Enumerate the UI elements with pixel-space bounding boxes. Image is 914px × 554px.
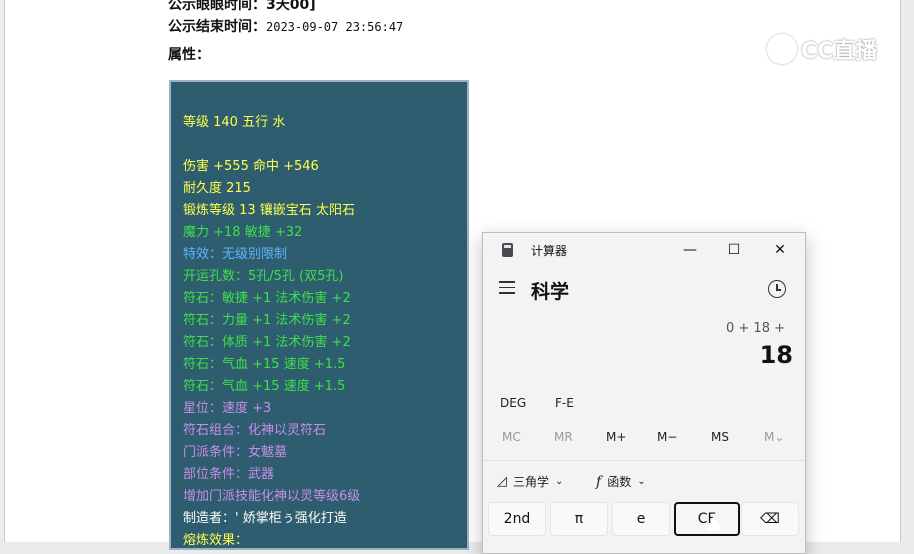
pi-key-label: π [574,511,584,527]
memory-subtract-button[interactable]: M− [657,430,677,444]
item-attribute-line: 部位条件：武器 [183,467,275,482]
e-key-label: e [636,511,646,527]
item-attribute-line: 门派条件：女魃墓 [183,445,288,460]
memory-add-button[interactable]: M+ [606,430,626,444]
function-menu-button[interactable]: f 函数 ⌄ [596,473,646,490]
expression-display: 0 + 18 + [726,321,785,336]
fe-toggle-button[interactable]: F-E [555,396,574,410]
item-attribute-line: 符石：敏捷 +1 法术伤害 +2 [183,291,351,306]
item-attribute-line: 熔炼效果： [183,533,249,548]
second-key-label: 2nd [503,511,531,527]
pi-key[interactable]: π [550,502,608,536]
item-attribute-line: 符石：气血 +15 速度 +1.5 [183,379,346,394]
chevron-down-icon: ⌄ [555,476,564,487]
close-button[interactable]: ✕ [757,233,803,267]
trigonometry-menu-button[interactable]: ◿ 三角学 ⌄ [497,473,563,490]
item-attribute-line: 伤害 +555 命中 +546 [183,159,319,174]
item-attribute-line: 耐久度 215 [183,181,251,196]
memory-store-button[interactable]: MS [711,430,729,444]
item-attributes-box: 等级 140 五行 水伤害 +555 命中 +546 耐久度 215 锻炼等级 13… [169,80,469,550]
calculator-window: 计算器 — ☐ ✕ 科学 0 + 18 + 18 DEG F-E MC MR M… [482,232,806,554]
function-f-icon: f [596,473,602,490]
calculator-title: 计算器 [531,244,568,258]
item-attribute-line: 特效：无级别限制 [183,247,288,262]
watermark-text: CC直播 [801,39,878,64]
memory-recall-button[interactable]: MR [554,430,573,444]
publicity-period-row: 公示眼眼时间：3天00] [168,0,316,14]
minimize-button[interactable]: — [667,233,713,267]
mouse-cursor-icon [706,515,722,531]
calculator-app-icon [502,243,513,257]
trigonometry-label: 三角学 [513,475,550,489]
backspace-key[interactable]: ⌫ [741,502,799,536]
menu-hamburger-icon[interactable] [499,281,515,295]
item-attribute-line: 开运孔数：5孔/5孔 (双5孔) [183,269,344,284]
item-attribute-line: 锻炼等级 13 镶嵌宝石 太阳石 [183,203,355,218]
result-display: 18 [759,341,793,369]
publicity-end-row: 公示结束时间：2023-09-07 23:56:47 [168,16,403,36]
item-attribute-line: 符石：体质 +1 法术伤害 +2 [183,335,351,350]
memory-clear-button[interactable]: MC [502,430,521,444]
second-function-key[interactable]: 2nd [488,502,546,536]
publicity-end-label: 公示结束时间： [168,19,266,35]
item-attribute-line: 制造者：' 娇掌柜ぅ强化打造 [183,511,347,526]
publicity-period-text: 公示眼眼时间：3天00] [168,0,316,13]
history-icon[interactable] [768,280,786,298]
cc-live-watermark: CC直播 [767,33,877,65]
item-attribute-line: 等级 140 五行 水 [183,115,286,130]
item-attribute-line: 增加门派技能化神以灵等级6级 [183,489,361,504]
backspace-icon: ⌫ [760,511,780,527]
item-attribute-line: 魔力 +18 敏捷 +32 [183,225,303,240]
publicity-end-value: 2023-09-07 23:56:47 [266,20,404,34]
section-divider [483,460,805,461]
cc-logo-icon [767,34,797,64]
calculator-titlebar[interactable]: 计算器 — ☐ ✕ [483,233,805,267]
item-attribute-line: 星位：速度 +3 [183,401,272,416]
chevron-down-icon: ⌄ [637,476,646,487]
maximize-button[interactable]: ☐ [711,233,757,267]
item-attribute-line: 符石组合：化神以灵符石 [183,423,327,438]
item-attribute-line: 符石：气血 +15 速度 +1.5 [183,357,346,372]
deg-toggle-button[interactable]: DEG [500,396,526,410]
function-label: 函数 [607,475,632,489]
memory-list-button[interactable]: M⌄ [764,430,784,444]
item-attribute-line: 符石：力量 +1 法术伤害 +2 [183,313,351,328]
calculator-mode-title: 科学 [531,281,570,303]
attributes-label: 属性： [168,47,210,63]
e-key[interactable]: e [612,502,670,536]
triangle-ruler-icon: ◿ [497,474,507,489]
